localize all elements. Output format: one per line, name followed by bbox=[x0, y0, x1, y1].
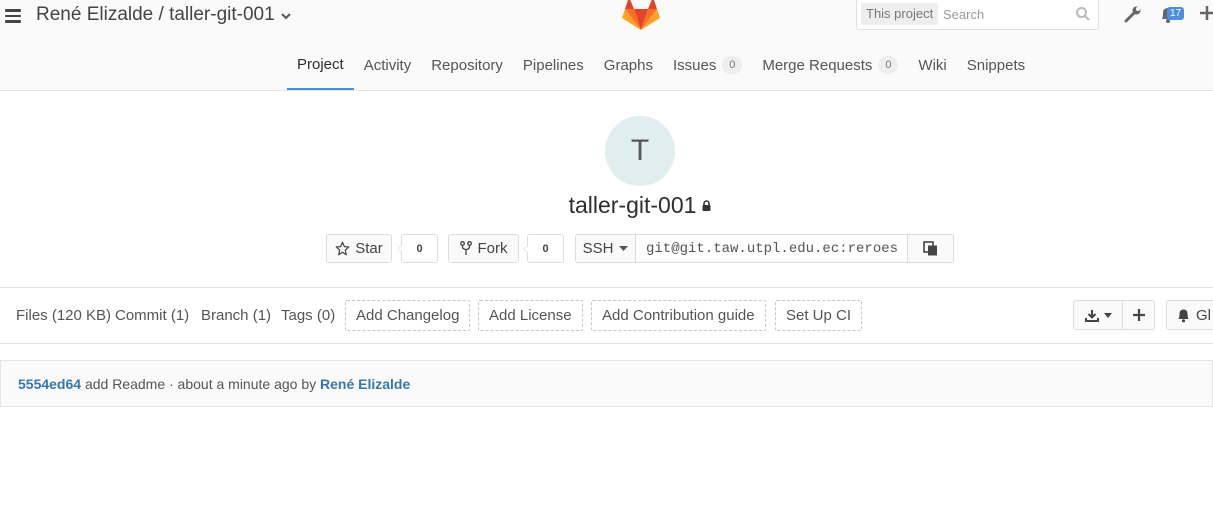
last-commit-line: 5554ed64 add Readme · about a minute ago… bbox=[18, 376, 410, 392]
download-dropdown-button[interactable] bbox=[1073, 300, 1123, 330]
commit-author-link[interactable]: René Elizalde bbox=[320, 376, 410, 392]
setup-ci-button[interactable]: Set Up CI bbox=[775, 300, 863, 331]
bell-icon bbox=[1178, 309, 1189, 322]
branches-stat-link[interactable]: Branch (1) bbox=[201, 307, 271, 324]
fork-count[interactable]: 0 bbox=[523, 234, 564, 263]
notification-settings-label: Gl bbox=[1196, 306, 1211, 324]
issues-count-badge: 0 bbox=[722, 56, 743, 74]
clone-protocol-label: SSH bbox=[582, 240, 614, 257]
star-button[interactable]: Star bbox=[326, 234, 392, 263]
tab-project[interactable]: Project bbox=[287, 40, 354, 90]
project-breadcrumb[interactable]: René Elizalde / taller-git-001 bbox=[36, 3, 291, 27]
lock-icon bbox=[702, 200, 711, 211]
plus-icon bbox=[1132, 309, 1145, 321]
tab-project-label: Project bbox=[297, 55, 344, 73]
merge-requests-count-badge: 0 bbox=[878, 56, 899, 74]
star-label: Star bbox=[355, 240, 383, 257]
tab-snippets[interactable]: Snippets bbox=[957, 40, 1035, 90]
project-stats-bar: Files (120 KB) Commit (1) Branch (1) Tag… bbox=[0, 287, 1213, 344]
menu-icon[interactable] bbox=[5, 9, 21, 23]
add-license-button[interactable]: Add License bbox=[478, 300, 583, 331]
tab-pipelines-label: Pipelines bbox=[522, 56, 584, 74]
notification-settings-button[interactable]: Gl bbox=[1166, 300, 1213, 330]
copy-url-button[interactable] bbox=[907, 235, 953, 262]
tab-graphs-label: Graphs bbox=[603, 56, 653, 74]
tab-pipelines[interactable]: Pipelines bbox=[513, 40, 594, 90]
tab-activity[interactable]: Activity bbox=[354, 40, 422, 90]
add-file-button[interactable] bbox=[1122, 300, 1155, 330]
tab-issues[interactable]: Issues 0 bbox=[663, 40, 752, 90]
wrench-icon[interactable] bbox=[1124, 5, 1142, 23]
project-name: taller-git-001 bbox=[568, 192, 697, 218]
project-avatar: T bbox=[605, 116, 675, 186]
project-nav: Project Activity Repository Pipelines Gr… bbox=[287, 40, 1035, 90]
commits-stat-link[interactable]: Commit (1) bbox=[115, 307, 189, 324]
search-box: This project bbox=[856, 0, 1099, 30]
tab-wiki-label: Wiki bbox=[918, 56, 947, 74]
fork-icon bbox=[459, 241, 472, 255]
last-commit-bar: 5554ed64 add Readme · about a minute ago… bbox=[0, 360, 1213, 407]
tab-snippets-label: Snippets bbox=[966, 56, 1026, 74]
project-title-row: taller-git-001 bbox=[0, 192, 1213, 219]
caret-down-icon bbox=[1103, 312, 1112, 318]
fork-label: Fork bbox=[477, 240, 508, 257]
chevron-down-icon[interactable] bbox=[280, 12, 291, 20]
files-stat-link[interactable]: Files (120 KB) bbox=[16, 307, 111, 324]
clone-url-group: SSH bbox=[575, 234, 954, 263]
tab-repository[interactable]: Repository bbox=[421, 40, 513, 90]
commit-message: add Readme · about a minute ago by bbox=[84, 376, 317, 392]
top-header: René Elizalde / taller-git-001 This proj… bbox=[0, 0, 1213, 91]
add-contribution-guide-button[interactable]: Add Contribution guide bbox=[591, 300, 766, 331]
download-icon bbox=[1084, 309, 1099, 322]
star-icon bbox=[335, 241, 350, 256]
breadcrumb-title[interactable]: René Elizalde / taller-git-001 bbox=[36, 3, 275, 27]
clipboard-icon bbox=[923, 241, 937, 256]
clone-url-input[interactable] bbox=[636, 235, 907, 262]
search-scope-badge[interactable]: This project bbox=[861, 3, 939, 25]
caret-down-icon bbox=[619, 246, 629, 251]
gitlab-logo[interactable] bbox=[621, 0, 661, 32]
tab-merge-requests[interactable]: Merge Requests 0 bbox=[752, 40, 908, 90]
star-count[interactable]: 0 bbox=[397, 234, 438, 263]
tab-wiki[interactable]: Wiki bbox=[908, 40, 956, 90]
search-icon[interactable] bbox=[1076, 7, 1090, 21]
tab-repository-label: Repository bbox=[431, 56, 503, 74]
tags-stat-link[interactable]: Tags (0) bbox=[281, 307, 335, 324]
commit-sha-link[interactable]: 5554ed64 bbox=[18, 376, 81, 392]
clone-protocol-dropdown[interactable]: SSH bbox=[576, 235, 636, 262]
search-input[interactable] bbox=[943, 3, 1073, 25]
tab-activity-label: Activity bbox=[363, 56, 412, 74]
notification-count-badge: 17 bbox=[1167, 7, 1185, 20]
tab-merge-requests-label: Merge Requests bbox=[762, 56, 873, 74]
tab-issues-label: Issues bbox=[672, 56, 717, 74]
plus-icon[interactable] bbox=[1200, 6, 1213, 20]
add-changelog-button[interactable]: Add Changelog bbox=[345, 300, 471, 331]
fork-button[interactable]: Fork bbox=[448, 234, 519, 263]
tab-graphs[interactable]: Graphs bbox=[594, 40, 663, 90]
